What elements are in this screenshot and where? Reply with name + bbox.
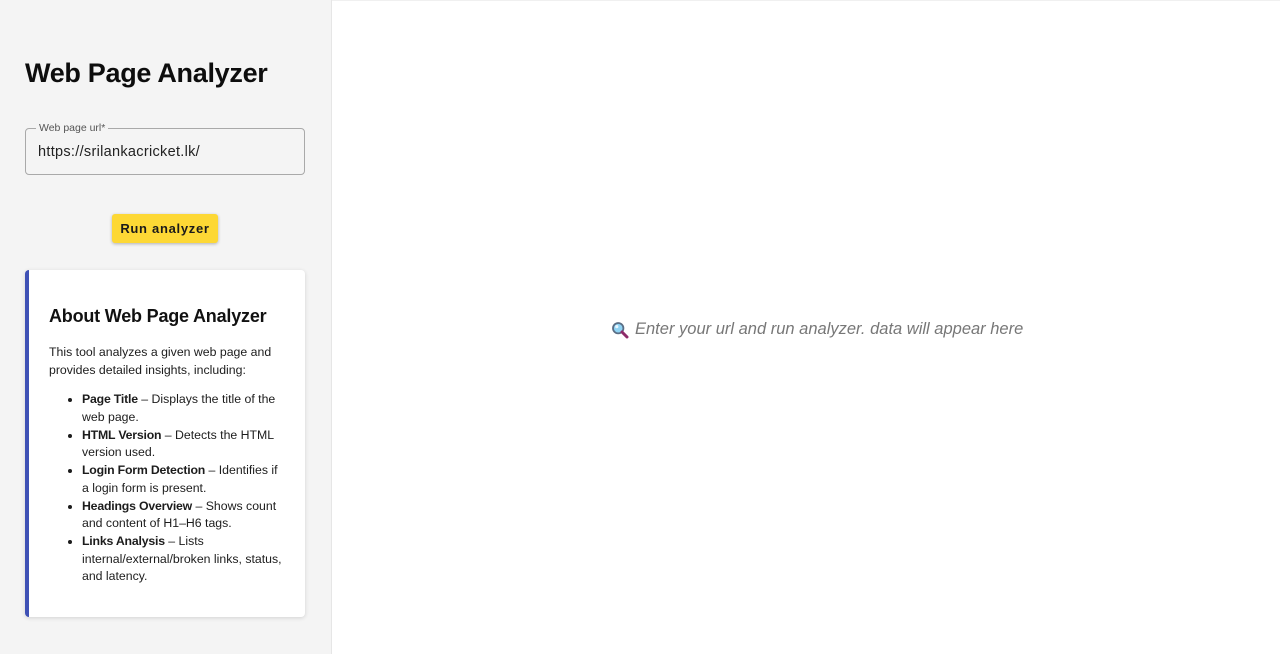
empty-state-text: Enter your url and run analyzer. data wi… xyxy=(635,320,1024,338)
feature-list: Page Title – Displays the title of the w… xyxy=(49,391,283,586)
feature-name: Login Form Detection xyxy=(82,463,206,477)
feature-item-html-version: HTML Version – Detects the HTML version … xyxy=(82,427,283,462)
url-field[interactable]: Web page url* xyxy=(25,122,305,175)
about-card: About Web Page Analyzer This tool analyz… xyxy=(25,270,305,617)
about-title: About Web Page Analyzer xyxy=(49,306,267,326)
app-title: Web Page Analyzer xyxy=(25,58,268,88)
feature-name: HTML Version xyxy=(82,427,162,442)
about-intro: This tool analyzes a given web page and … xyxy=(49,345,272,377)
sidebar: Web Page Analyzer Web page url* Run anal… xyxy=(0,0,332,654)
magnifier-icon xyxy=(611,321,629,339)
feature-name: Links Analysis xyxy=(82,534,165,548)
empty-state: Enter your url and run analyzer. data wi… xyxy=(611,320,1023,339)
app-layout: Web Page Analyzer Web page url* Run anal… xyxy=(0,0,1280,654)
url-field-label: Web page url* xyxy=(36,122,109,135)
feature-item-headings: Headings Overview – Shows count and cont… xyxy=(82,498,283,533)
run-analyzer-button[interactable]: Run analyzer xyxy=(112,214,218,243)
feature-name: Page Title xyxy=(82,392,138,406)
feature-item-login-form: Login Form Detection – Identifies if a l… xyxy=(82,462,283,497)
feature-item-page-title: Page Title – Displays the title of the w… xyxy=(82,391,283,426)
feature-name: Headings Overview xyxy=(82,498,193,513)
feature-item-links: Links Analysis – Lists internal/external… xyxy=(82,533,283,586)
results-panel: Enter your url and run analyzer. data wi… xyxy=(332,0,1280,654)
url-input[interactable] xyxy=(38,141,293,163)
